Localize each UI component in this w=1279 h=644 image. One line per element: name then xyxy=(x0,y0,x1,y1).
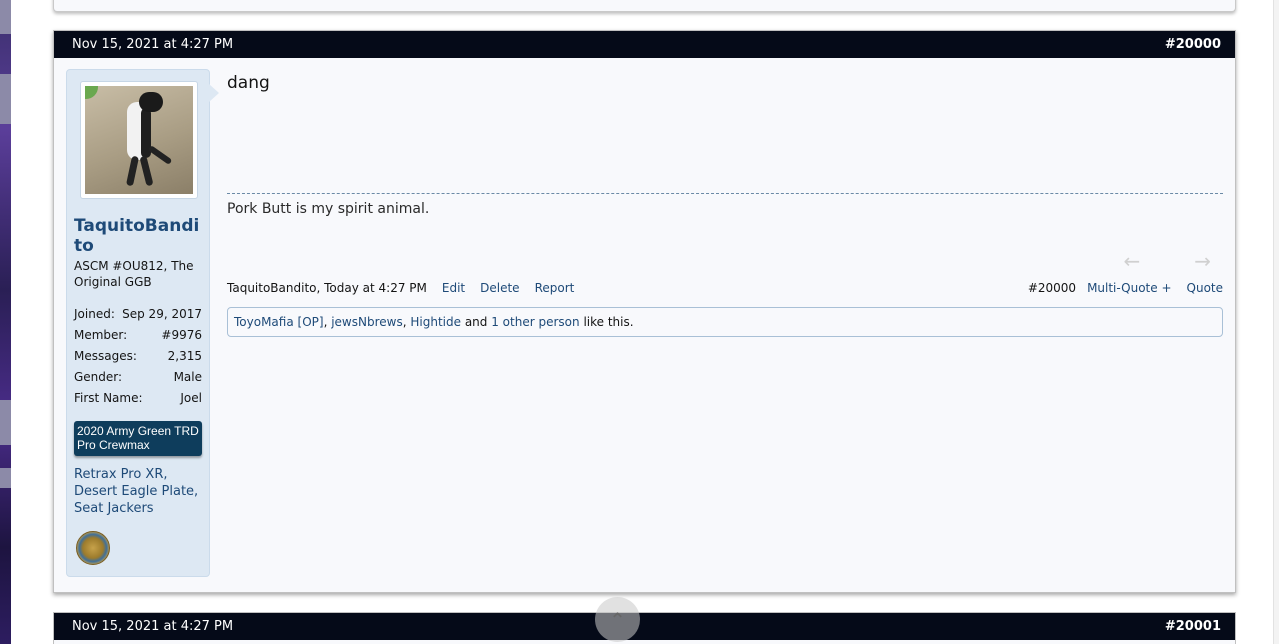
background-left-strip xyxy=(0,0,11,644)
message-body: dang xyxy=(227,73,270,93)
arrow-left-icon[interactable]: ← xyxy=(1123,249,1140,273)
stat-row-member: Member: #9976 xyxy=(74,328,202,342)
stat-row-gender: Gender: Male xyxy=(74,370,202,384)
post-number-link[interactable]: #20001 xyxy=(1165,619,1221,634)
chevron-up-icon: ⌃ xyxy=(609,607,626,632)
signature: Pork Butt is my spirit animal. xyxy=(227,201,430,217)
army-emblem-icon xyxy=(76,531,110,565)
background-thumbnail xyxy=(0,74,11,124)
scroll-to-top-button[interactable]: ⌃ xyxy=(595,597,640,642)
post-reference[interactable]: #20000 xyxy=(1028,281,1076,295)
liker-link[interactable]: jewsNbrews xyxy=(331,315,403,329)
liker-link[interactable]: ToyoMafia [OP] xyxy=(234,315,324,329)
post-nav-arrows: ← → xyxy=(1123,249,1211,273)
next-post: Nov 15, 2021 at 4:27 PM #20001 xyxy=(53,612,1236,644)
delete-link[interactable]: Delete xyxy=(480,281,519,295)
edit-link[interactable]: Edit xyxy=(442,281,465,295)
background-thumbnail xyxy=(0,400,11,445)
scrollbar[interactable] xyxy=(1273,0,1279,644)
user-stats: Joined: Sep 29, 2017 Member: #9976 Message… xyxy=(74,306,202,411)
multi-quote-link[interactable]: Multi-Quote + xyxy=(1087,281,1171,295)
user-mods: Retrax Pro XR, Desert Eagle Plate, Seat … xyxy=(74,467,199,516)
forum-post: Nov 15, 2021 at 4:27 PM #20000 TaquitoBa… xyxy=(53,30,1236,593)
post-date: Nov 15, 2021 at 4:27 PM xyxy=(72,619,234,634)
arrow-right-icon[interactable]: → xyxy=(1194,249,1211,273)
quote-link[interactable]: Quote xyxy=(1187,281,1223,295)
stat-row-first-name: First Name: Joel xyxy=(74,391,202,405)
post-date: Nov 15, 2021 at 4:27 PM xyxy=(72,37,234,52)
report-link[interactable]: Report xyxy=(535,281,575,295)
previous-post xyxy=(53,0,1236,12)
author-timestamp[interactable]: TaquitoBandito, Today at 4:27 PM xyxy=(227,281,427,295)
online-ribbon-icon xyxy=(85,86,98,99)
user-info-panel: TaquitoBandito ASCM #OU812, The Original… xyxy=(66,69,219,577)
user-title: ASCM #OU812, The Original GGB xyxy=(74,259,194,289)
stat-row-joined: Joined: Sep 29, 2017 xyxy=(74,307,202,321)
liker-link[interactable]: Hightide xyxy=(410,315,461,329)
username-link[interactable]: TaquitoBandito xyxy=(74,216,206,256)
likes-summary: ToyoMafia [OP], jewsNbrews, Hightide and… xyxy=(227,307,1223,337)
avatar[interactable] xyxy=(80,81,198,199)
vehicle-banner: 2020 Army Green TRD Pro Crewmax xyxy=(74,421,202,456)
cat-avatar-image xyxy=(85,86,193,194)
other-likers-link[interactable]: 1 other person xyxy=(491,315,579,329)
post-meta: TaquitoBandito, Today at 4:27 PM Edit De… xyxy=(227,279,1223,297)
stat-row-messages: Messages: 2,315 xyxy=(74,349,202,363)
post-number-link[interactable]: #20000 xyxy=(1165,37,1221,52)
background-thumbnail xyxy=(0,468,11,488)
post-header: Nov 15, 2021 at 4:27 PM #20000 xyxy=(54,31,1235,58)
signature-divider xyxy=(227,193,1223,194)
post-header: Nov 15, 2021 at 4:27 PM #20001 xyxy=(54,613,1235,640)
background-thumbnail xyxy=(0,0,11,34)
